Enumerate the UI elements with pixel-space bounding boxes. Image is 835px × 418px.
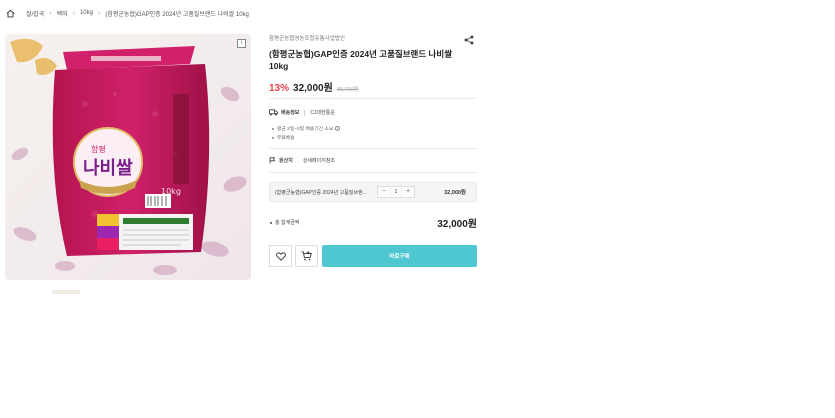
shipping-row: 배송정보 CJ대한통운 — [269, 109, 335, 116]
bullet — [270, 221, 272, 224]
breadcrumb-item[interactable]: 쌀/잡곡 — [26, 9, 44, 18]
option-price: 32,000원 — [444, 190, 466, 196]
bullet — [272, 136, 274, 139]
shipping-note: 무료배송 — [272, 134, 295, 141]
package-brand-small: 함평 — [91, 144, 106, 154]
share-icon[interactable] — [464, 35, 474, 45]
sale-price: 32,000원 — [293, 83, 333, 94]
ad-info-icon[interactable]: i — [237, 39, 246, 48]
minus-button[interactable]: − — [378, 187, 390, 197]
shipping-carrier: CJ대한통운 — [310, 110, 335, 116]
quantity-input[interactable]: 1 — [390, 187, 402, 197]
price-row: 13% 32,000원 36,700원 — [269, 79, 359, 94]
info-icon[interactable]: i — [335, 126, 341, 131]
divider — [269, 148, 477, 149]
shipping-note-text: 무료배송 — [277, 136, 295, 141]
package-brand-big: 나비쌀 — [83, 158, 133, 179]
total-label: 총 합계금액 — [275, 220, 300, 226]
seller-name[interactable]: 함평군농협영농조합유통사업법인 — [269, 34, 345, 42]
chevron-right-icon: › — [49, 9, 52, 17]
add-to-cart-button[interactable] — [295, 245, 318, 267]
cart-icon — [301, 251, 312, 261]
total-price: 32,000원 — [437, 219, 477, 230]
heart-icon — [275, 251, 286, 261]
bullet — [272, 127, 274, 130]
origin-label: 원산지 — [279, 158, 293, 164]
breadcrumb-item-current: (함평군농협)GAP인증 2024년 고품질브랜드 나비쌀 10kg — [105, 11, 249, 18]
option-name: (함평군농협)GAP인증 2024년 고품질브랜... — [275, 189, 367, 196]
quantity-stepper: − 1 + — [377, 186, 415, 198]
chevron-right-icon: › — [97, 9, 101, 17]
divider — [304, 109, 306, 116]
buy-now-button[interactable]: 바로구매 — [322, 245, 477, 267]
thumbnail[interactable] — [52, 290, 80, 294]
breadcrumb-item[interactable]: 백미 — [57, 9, 68, 18]
rice-bag-illustration: 함평 나비쌀 10kg — [5, 34, 251, 280]
origin-value: 상세페이지참조 — [302, 158, 336, 164]
breadcrumb-item[interactable]: 10kg — [80, 10, 93, 16]
product-title: (함평군농협)GAP인증 2024년 고품질브랜드 나비쌀 10kg — [269, 49, 453, 71]
shipping-note: 평균 2일~3일 배송기간 소요 i — [272, 125, 341, 132]
discount-rate: 13% — [269, 83, 290, 94]
breadcrumb: 쌀/잡곡 › 백미 › 10kg › (함평군농협)GAP인증 2024년 고품… — [6, 7, 254, 19]
total-label-row: 총 합계금액 — [270, 219, 299, 226]
truck-icon — [269, 109, 278, 116]
plus-button[interactable]: + — [402, 187, 414, 197]
home-icon[interactable] — [6, 9, 15, 18]
product-image[interactable]: 함평 나비쌀 10kg i — [5, 34, 251, 280]
chevron-right-icon: › — [72, 9, 75, 17]
origin-row: 원산지 상세페이지참조 — [269, 157, 335, 164]
divider — [269, 172, 477, 173]
wishlist-button[interactable] — [269, 245, 292, 267]
divider — [269, 98, 477, 99]
selected-option: (함평군농협)GAP인증 2024년 고품질브랜... − 1 + 32,000… — [269, 182, 477, 202]
original-price: 36,700원 — [336, 87, 359, 93]
shipping-label: 배송정보 — [281, 110, 300, 116]
flag-icon — [269, 157, 276, 164]
shipping-note-text: 평균 2일~3일 배송기간 소요 — [277, 127, 334, 132]
